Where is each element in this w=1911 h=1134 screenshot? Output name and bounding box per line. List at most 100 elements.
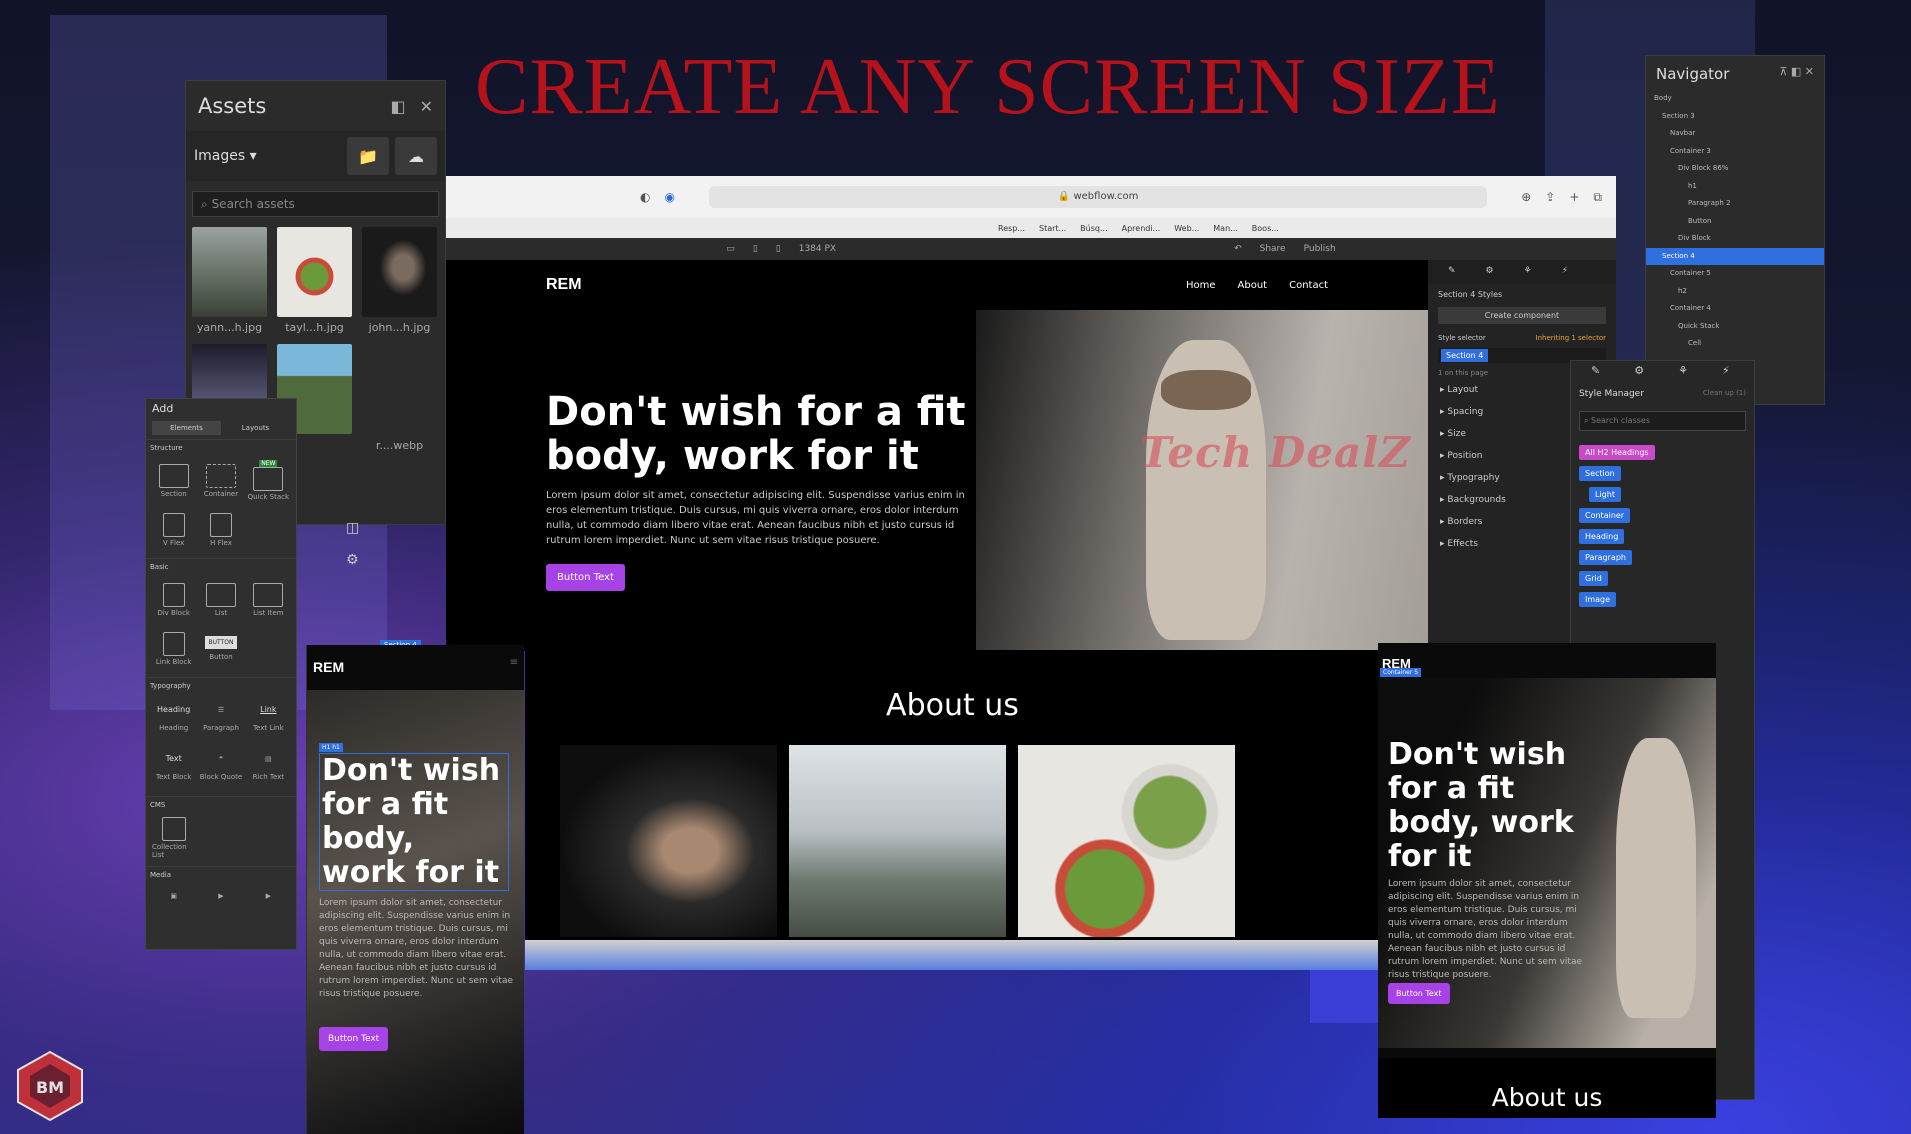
desktop-breakpoint-icon[interactable]: ▭: [726, 244, 735, 254]
add-quick-stack[interactable]: NEW Quick Stack: [247, 458, 290, 503]
upload-button[interactable]: ☁: [395, 137, 437, 175]
lightning-icon[interactable]: ⚡: [1562, 266, 1568, 278]
bookmark[interactable]: Boos...: [1252, 224, 1279, 233]
tree-node[interactable]: Container 4: [1646, 300, 1824, 318]
close-icon[interactable]: ✕: [420, 97, 433, 116]
mobile-logo[interactable]: REM: [313, 659, 344, 675]
add-link-block[interactable]: Link Block: [152, 626, 195, 671]
pin-icon[interactable]: ⊼: [1779, 65, 1787, 78]
class-tag[interactable]: Heading: [1579, 529, 1625, 544]
class-tag[interactable]: Image: [1579, 592, 1617, 607]
assets-filter-select[interactable]: Images ▾: [194, 148, 341, 164]
add-text-block[interactable]: Text Text Block: [152, 745, 195, 790]
publish-button[interactable]: Publish: [1304, 244, 1336, 254]
layers-icon[interactable]: ◫: [346, 520, 359, 536]
gear-icon[interactable]: ⚙: [346, 552, 359, 568]
section-cms[interactable]: CMS: [146, 796, 296, 813]
address-bar[interactable]: 🔒 webflow.com: [708, 186, 1488, 208]
create-component-button[interactable]: Create component: [1438, 307, 1606, 324]
class-tag[interactable]: Light: [1589, 487, 1621, 502]
close-icon[interactable]: ✕: [1805, 65, 1814, 78]
tabs-icon[interactable]: ⧉: [1593, 190, 1602, 205]
add-section[interactable]: Section: [152, 458, 195, 503]
tree-node[interactable]: Navbar: [1646, 125, 1824, 143]
asset-item[interactable]: john...h.jpg: [362, 227, 437, 334]
add-v-flex[interactable]: V Flex: [152, 507, 195, 552]
tree-node[interactable]: Div Block 86%: [1646, 160, 1824, 178]
dock-icon[interactable]: ◧: [390, 97, 405, 116]
add-h-flex[interactable]: H Flex: [199, 507, 242, 552]
bookmark[interactable]: Búsq...: [1080, 224, 1107, 233]
asset-item[interactable]: tayl...h.jpg: [277, 227, 352, 334]
selector-tag[interactable]: Section 4: [1441, 349, 1489, 362]
nav-home[interactable]: Home: [1186, 280, 1216, 291]
tree-node[interactable]: Section 3: [1646, 108, 1824, 126]
add-folder-button[interactable]: 📁: [347, 137, 389, 175]
dock-icon[interactable]: ◧: [1791, 65, 1801, 78]
clean-up-button[interactable]: Clean up (1): [1703, 389, 1746, 399]
gear-icon[interactable]: ⚙: [1634, 364, 1644, 378]
add-div-block[interactable]: Div Block: [152, 577, 195, 622]
tree-node[interactable]: Paragraph 2: [1646, 195, 1824, 213]
shield-icon[interactable]: ◐: [640, 190, 650, 204]
menu-icon[interactable]: ≡: [510, 657, 518, 668]
new-tab-icon[interactable]: +: [1569, 190, 1579, 204]
interactions-icon[interactable]: ⚘: [1524, 266, 1532, 278]
add-list[interactable]: List: [199, 577, 242, 622]
add-heading[interactable]: Heading Heading: [152, 696, 195, 741]
tree-node[interactable]: Cell: [1646, 335, 1824, 353]
mobile-button[interactable]: Button Text: [319, 1027, 389, 1051]
nav-about[interactable]: About: [1238, 280, 1268, 291]
asset-item[interactable]: yann...h.jpg: [192, 227, 267, 334]
class-tag[interactable]: All H2 Headings: [1579, 445, 1655, 460]
extension-icon[interactable]: ◉: [664, 190, 674, 204]
tab-layouts[interactable]: Layouts: [221, 421, 290, 435]
assets-search-input[interactable]: ⌕ Search assets: [192, 191, 439, 217]
class-tag[interactable]: Container: [1579, 508, 1631, 523]
tree-node[interactable]: Container 5: [1646, 265, 1824, 283]
gear-icon[interactable]: ⚙: [1486, 266, 1494, 278]
add-block-quote[interactable]: ❝ Block Quote: [199, 745, 242, 790]
bookmark[interactable]: Start...: [1039, 224, 1066, 233]
tree-node[interactable]: Container 3: [1646, 143, 1824, 161]
bookmark[interactable]: Man...: [1213, 224, 1238, 233]
tree-node[interactable]: h1: [1646, 178, 1824, 196]
tree-node[interactable]: Body: [1646, 90, 1824, 108]
class-search-input[interactable]: ⌕ Search classes: [1579, 411, 1746, 431]
site-logo[interactable]: REM: [546, 276, 582, 294]
undo-icon[interactable]: ↶: [1234, 244, 1242, 254]
add-video[interactable]: ▶: [199, 885, 242, 907]
bookmark[interactable]: Resp...: [998, 224, 1025, 233]
brush-icon[interactable]: ✎: [1591, 364, 1600, 378]
share-button[interactable]: Share: [1260, 244, 1286, 254]
add-paragraph[interactable]: ☰ Paragraph: [199, 696, 242, 741]
lightning-icon[interactable]: ⚡: [1722, 364, 1730, 378]
section-basic[interactable]: Basic: [146, 558, 296, 575]
hero-button[interactable]: Button Text: [546, 564, 625, 591]
tree-node[interactable]: Quick Stack: [1646, 318, 1824, 336]
add-image[interactable]: ▣: [152, 885, 195, 907]
add-youtube[interactable]: ▶: [247, 885, 290, 907]
mobile-button[interactable]: Button Text: [1388, 983, 1450, 1004]
bookmark[interactable]: Aprendi...: [1122, 224, 1161, 233]
tab-elements[interactable]: Elements: [152, 421, 221, 435]
add-rich-text[interactable]: ▤ Rich Text: [247, 745, 290, 790]
tree-node-selected[interactable]: Section 4: [1646, 247, 1824, 265]
interactions-icon[interactable]: ⚘: [1678, 364, 1688, 378]
section-typography[interactable]: Typography: [146, 677, 296, 694]
add-container[interactable]: Container: [199, 458, 242, 503]
section-structure[interactable]: Structure: [146, 439, 296, 456]
nav-contact[interactable]: Contact: [1289, 280, 1328, 291]
brush-icon[interactable]: ✎: [1448, 266, 1456, 278]
class-tag[interactable]: Paragraph: [1579, 550, 1632, 565]
download-icon[interactable]: ⊕: [1521, 190, 1531, 204]
tree-node[interactable]: h2: [1646, 283, 1824, 301]
class-tag[interactable]: Grid: [1579, 571, 1608, 586]
add-list-item[interactable]: List Item: [247, 577, 290, 622]
section-media[interactable]: Media: [146, 866, 296, 883]
tree-node[interactable]: Div Block: [1646, 230, 1824, 248]
mobile-breakpoint-icon[interactable]: ▯: [776, 244, 781, 254]
add-text-link[interactable]: Link Text Link: [247, 696, 290, 741]
tree-node[interactable]: Button: [1646, 213, 1824, 231]
asset-item[interactable]: r....webp: [362, 344, 437, 452]
